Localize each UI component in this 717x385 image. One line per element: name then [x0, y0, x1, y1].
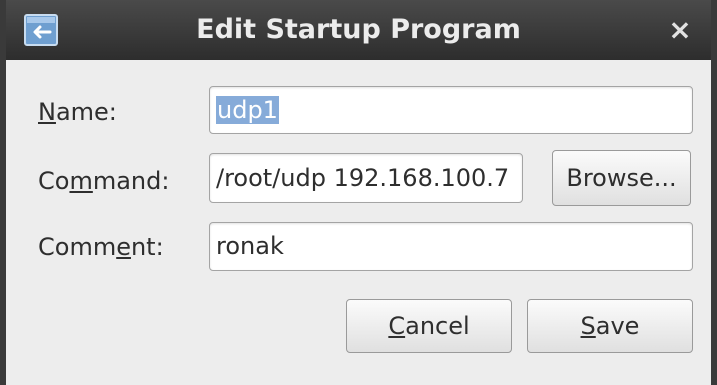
name-label: Name:: [38, 98, 117, 126]
name-value-selected: udp1: [216, 96, 279, 124]
cancel-button[interactable]: Cancel: [346, 299, 512, 353]
command-field[interactable]: /root/udp 192.168.100.7: [209, 153, 523, 203]
comment-value: ronak: [216, 232, 284, 260]
comment-mnemonic: e: [116, 233, 131, 261]
name-mnemonic: N: [38, 98, 56, 126]
command-value: /root/udp 192.168.100.7: [216, 164, 510, 192]
save-mnemonic: S: [580, 312, 596, 340]
titlebar[interactable]: Edit Startup Program ×: [6, 0, 711, 60]
comment-label: Comment:: [38, 233, 164, 261]
window-title: Edit Startup Program: [196, 14, 521, 45]
edit-startup-program-dialog: Edit Startup Program × Name: udp1 Comman…: [0, 0, 717, 385]
save-button[interactable]: Save: [527, 299, 693, 353]
close-icon: ×: [668, 13, 692, 46]
dialog-content: Name: udp1 Command: /root/udp 192.168.10…: [6, 60, 711, 385]
name-field[interactable]: udp1: [209, 86, 693, 134]
comment-field[interactable]: ronak: [209, 222, 693, 271]
browse-button[interactable]: Browse...: [552, 150, 691, 206]
close-button[interactable]: ×: [665, 15, 695, 45]
command-mnemonic: m: [69, 167, 93, 195]
cancel-mnemonic: C: [388, 312, 406, 340]
command-label: Command:: [38, 167, 170, 195]
